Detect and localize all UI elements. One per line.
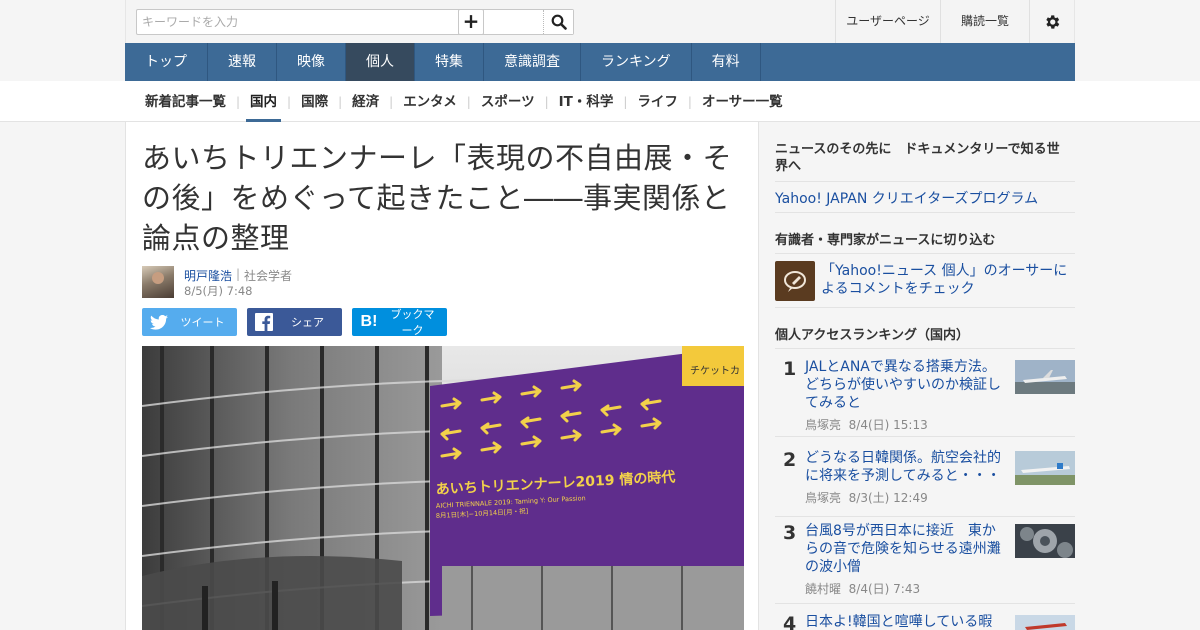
hatena-bookmark-label: ブックマーク [390, 308, 435, 337]
search-input[interactable] [137, 10, 421, 34]
main-nav-survey[interactable]: 意識調査 [484, 43, 581, 81]
subscriptions-link[interactable]: 購読一覧 [940, 0, 1029, 43]
facebook-share-label: シェア [291, 316, 324, 329]
hatena-bookmark-icon: B! [360, 313, 378, 330]
ranking-title-link[interactable]: どうなる日韓関係。航空会社的に将来を予測してみると・・・ [805, 449, 1005, 485]
article: あいちトリエンナーレ「表現の不自由展・その後」をめぐって起きたこと――事実関係と… [125, 122, 759, 630]
author-role: 社会学者 [244, 269, 293, 283]
creators-program-link[interactable]: Yahoo! JAPAN クリエイターズプログラム [775, 188, 1038, 208]
expert-heading: 有識者・専門家がニュースに切り込む [775, 233, 996, 248]
settings-button[interactable] [1029, 0, 1074, 43]
main-nav-flash[interactable]: 速報 [208, 43, 277, 81]
search-box [136, 9, 574, 35]
ranking-number: 4 [783, 613, 797, 630]
divider [775, 436, 1075, 437]
sub-nav-authors[interactable]: オーサー一覧 [692, 81, 793, 122]
twitter-share-button[interactable]: ツイート [142, 308, 237, 336]
comment-pen-icon[interactable] [775, 261, 815, 301]
ranking-item[interactable]: 4 日本よ!韓国と喧嘩している暇は [775, 613, 1075, 630]
twitter-icon [142, 314, 176, 330]
ranking-thumbnail[interactable] [1015, 615, 1075, 630]
search-icon [551, 14, 567, 30]
ranking-number: 2 [783, 449, 797, 471]
documentary-heading: ニュースのその先に ドキュメンタリーで知る世界へ [775, 142, 1060, 174]
divider [775, 181, 1075, 182]
sub-nav-sports[interactable]: スポーツ [471, 81, 545, 122]
ranking-title-link[interactable]: JALとANAで異なる搭乗方法。どちらが使いやすいのか検証してみると [805, 358, 1005, 412]
top-links: ユーザーページ 購読一覧 [835, 0, 1074, 43]
gear-icon [1046, 14, 1060, 29]
divider [775, 348, 1075, 349]
ranking-item[interactable]: 1 JALとANAで異なる搭乗方法。どちらが使いやすいのか検証してみると 鳥塚亮… [775, 358, 1075, 432]
article-photo-image: チケットカ あいちトリエンナーレ2019 情の時代 AICHI TRIENNAL… [142, 346, 744, 630]
sub-nav-new[interactable]: 新着記事一覧 [135, 81, 236, 122]
article-photo: チケットカ あいちトリエンナーレ2019 情の時代 AICHI TRIENNAL… [142, 346, 744, 630]
ranking-meta: 饒村曜 8/4(日) 7:43 [805, 582, 921, 596]
main-nav-video[interactable]: 映像 [277, 43, 346, 81]
ranking-number: 1 [783, 358, 797, 380]
ranking-meta: 鳥塚亮 8/3(土) 12:49 [805, 491, 928, 505]
facebook-icon [247, 313, 281, 331]
ranking-title-link[interactable]: 台風8号が西日本に接近 東からの音で危険を知らせる遠州灘の波小僧 [805, 522, 1005, 576]
author-avatar[interactable] [142, 266, 174, 298]
twitter-share-label: ツイート [180, 316, 225, 329]
top-bar: + ユーザーページ 購読一覧 [125, 0, 1075, 43]
ranking-item[interactable]: 3 台風8号が西日本に接近 東からの音で危険を知らせる遠州灘の波小僧 饒村曜 8… [775, 522, 1075, 596]
main-nav-top[interactable]: トップ [125, 43, 208, 81]
facebook-share-button[interactable]: シェア [247, 308, 342, 336]
main-nav-ranking[interactable]: ランキング [581, 43, 692, 81]
ranking-heading: 個人アクセスランキング（国内） [775, 328, 969, 343]
article-date: 8/5(月) 7:48 [184, 284, 253, 298]
ranking-number: 3 [783, 522, 797, 544]
sub-nav-international[interactable]: 国際 [291, 81, 338, 122]
sub-nav-economy[interactable]: 経済 [342, 81, 389, 122]
sub-nav-entertainment[interactable]: エンタメ [393, 81, 467, 122]
main-nav: トップ 速報 映像 個人 特集 意識調査 ランキング 有料 [125, 43, 1075, 81]
photo-sign-text: チケットカ [690, 365, 740, 377]
user-page-link[interactable]: ユーザーページ [835, 0, 940, 43]
hatena-bookmark-button[interactable]: B! ブックマーク [352, 308, 447, 337]
main-nav-feature[interactable]: 特集 [415, 43, 484, 81]
author-name-link[interactable]: 明戸隆浩 [184, 267, 232, 284]
ranking-thumbnail[interactable] [1015, 360, 1075, 394]
sub-nav: 新着記事一覧 | 国内 | 国際 | 経済 | エンタメ | スポーツ | IT… [135, 81, 793, 122]
sub-nav-life[interactable]: ライフ [627, 81, 688, 122]
sub-nav-domestic[interactable]: 国内 [240, 81, 287, 122]
add-button[interactable]: + [458, 9, 484, 35]
ranking-item[interactable]: 2 どうなる日韓関係。航空会社的に将来を予測してみると・・・ 鳥塚亮 8/3(土… [775, 449, 1075, 505]
main-nav-individual[interactable]: 個人 [346, 43, 415, 81]
sidebar: ニュースのその先に ドキュメンタリーで知る世界へ Yahoo! JAPAN クリ… [759, 122, 1075, 630]
search-button[interactable] [543, 10, 573, 34]
sub-nav-it-science[interactable]: IT・科学 [549, 81, 624, 122]
expert-comments-link[interactable]: 「Yahoo!ニュース 個人」のオーサーによるコメントをチェック [821, 262, 1071, 298]
divider [775, 212, 1075, 213]
divider [775, 516, 1075, 517]
main-nav-paid[interactable]: 有料 [692, 43, 761, 81]
ranking-thumbnail[interactable] [1015, 451, 1075, 485]
ranking-thumbnail[interactable] [1015, 524, 1075, 558]
author-separator: | [236, 267, 241, 281]
article-title: あいちトリエンナーレ「表現の不自由展・その後」をめぐって起きたこと――事実関係と… [142, 141, 733, 255]
divider [775, 253, 1075, 254]
ranking-meta: 鳥塚亮 8/4(日) 15:13 [805, 418, 928, 432]
divider [775, 307, 1075, 308]
divider [775, 603, 1075, 604]
ranking-title-link[interactable]: 日本よ!韓国と喧嘩している暇は [805, 613, 1005, 630]
